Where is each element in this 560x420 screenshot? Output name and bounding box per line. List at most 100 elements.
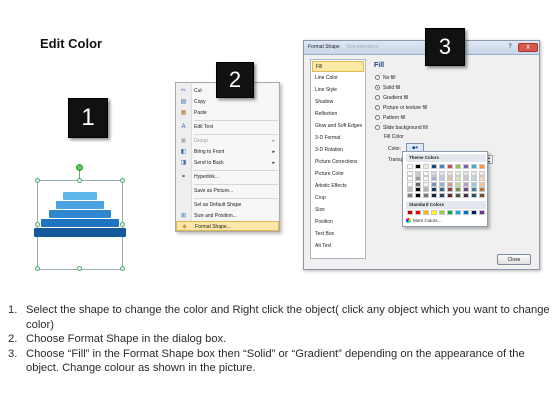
category-3d-rotation[interactable]: 3-D Rotation	[312, 145, 364, 156]
theme-color-swatch[interactable]	[471, 164, 477, 169]
menu-item-edit-text[interactable]: A Edit Text	[176, 122, 279, 132]
dialog-title-bar[interactable]: Format Shape Text Animation ? X	[304, 41, 539, 55]
theme-color-swatch[interactable]	[463, 181, 469, 187]
theme-color-swatch[interactable]	[407, 181, 413, 187]
theme-color-swatch[interactable]	[439, 181, 445, 187]
theme-color-swatch[interactable]	[423, 193, 429, 198]
theme-color-swatch[interactable]	[431, 170, 437, 176]
theme-color-swatch[interactable]	[415, 176, 421, 182]
theme-color-swatch[interactable]	[407, 164, 413, 169]
theme-color-swatch[interactable]	[463, 193, 469, 198]
resize-handle-tl[interactable]	[35, 178, 40, 183]
theme-color-swatch[interactable]	[479, 187, 485, 193]
radio-slide-background-fill[interactable]: Slide background fill	[375, 125, 428, 131]
radio-gradient-fill[interactable]: Gradient fill	[375, 95, 408, 101]
theme-color-swatch[interactable]	[471, 181, 477, 187]
theme-color-swatch[interactable]	[455, 193, 461, 198]
more-colors-option[interactable]: More Colors...	[406, 218, 441, 224]
help-button[interactable]: ?	[504, 43, 516, 52]
resize-handle-mr[interactable]	[120, 222, 125, 227]
theme-color-swatch[interactable]	[455, 176, 461, 182]
category-picture-corrections[interactable]: Picture Corrections	[312, 157, 364, 168]
resize-handle-tr[interactable]	[120, 178, 125, 183]
standard-color-swatch[interactable]	[471, 210, 477, 215]
menu-item-group[interactable]: ▣ Group ▸	[176, 136, 279, 146]
theme-color-swatch[interactable]	[447, 176, 453, 182]
theme-color-swatch[interactable]	[463, 170, 469, 176]
theme-color-swatch[interactable]	[415, 170, 421, 176]
theme-color-swatch[interactable]	[471, 193, 477, 198]
close-button[interactable]: Close	[497, 254, 531, 265]
standard-color-swatch[interactable]	[463, 210, 469, 215]
theme-color-swatch[interactable]	[407, 187, 413, 193]
theme-color-swatch[interactable]	[431, 187, 437, 193]
menu-item-hyperlink[interactable]: ⚭ Hyperlink...	[176, 172, 279, 182]
theme-color-swatch[interactable]	[423, 176, 429, 182]
menu-item-bring-to-front[interactable]: ◧ Bring to Front ▸	[176, 147, 279, 157]
standard-color-swatch[interactable]	[431, 210, 437, 215]
theme-color-swatch[interactable]	[479, 193, 485, 198]
menu-item-send-to-back[interactable]: ◨ Send to Back ▸	[176, 158, 279, 168]
theme-color-swatch[interactable]	[479, 181, 485, 187]
menu-item-format-shape[interactable]: ◈ Format Shape...	[176, 221, 279, 231]
category-alt-text[interactable]: Alt Text	[312, 241, 364, 252]
theme-color-swatch[interactable]	[479, 164, 485, 169]
category-reflection[interactable]: Reflection	[312, 109, 364, 120]
theme-color-swatch[interactable]	[455, 187, 461, 193]
theme-color-swatch[interactable]	[447, 193, 453, 198]
theme-color-swatch[interactable]	[407, 193, 413, 198]
theme-color-swatch[interactable]	[431, 193, 437, 198]
close-window-button[interactable]: X	[518, 43, 538, 52]
standard-color-swatch[interactable]	[407, 210, 413, 215]
theme-color-swatch[interactable]	[455, 170, 461, 176]
category-fill[interactable]: Fill	[312, 61, 364, 72]
category-text-box[interactable]: Text Box	[312, 229, 364, 240]
standard-color-swatch[interactable]	[423, 210, 429, 215]
resize-handle-bl[interactable]	[35, 266, 40, 271]
theme-color-swatch[interactable]	[431, 164, 437, 169]
radio-pattern-fill[interactable]: Pattern fill	[375, 115, 405, 121]
theme-color-swatch[interactable]	[439, 164, 445, 169]
category-picture-color[interactable]: Picture Color	[312, 169, 364, 180]
theme-color-swatch[interactable]	[471, 170, 477, 176]
selected-pyramid-shape[interactable]	[30, 164, 128, 271]
standard-color-swatch[interactable]	[439, 210, 445, 215]
standard-color-swatch[interactable]	[415, 210, 421, 215]
category-glow-soft-edges[interactable]: Glow and Soft Edges	[312, 121, 364, 132]
menu-item-size-and-position[interactable]: ⊞ Size and Position...	[176, 211, 279, 221]
theme-color-swatch[interactable]	[447, 164, 453, 169]
resize-handle-ml[interactable]	[35, 222, 40, 227]
theme-color-swatch[interactable]	[439, 170, 445, 176]
theme-color-swatch[interactable]	[439, 187, 445, 193]
theme-color-swatch[interactable]	[471, 176, 477, 182]
category-position[interactable]: Position	[312, 217, 364, 228]
theme-color-swatch[interactable]	[415, 187, 421, 193]
theme-color-swatch[interactable]	[447, 187, 453, 193]
standard-color-swatch[interactable]	[479, 210, 485, 215]
theme-color-swatch[interactable]	[447, 170, 453, 176]
theme-color-swatch[interactable]	[415, 164, 421, 169]
menu-item-set-default-shape[interactable]: Set as Default Shape	[176, 200, 279, 210]
category-line-color[interactable]: Line Color	[312, 73, 364, 84]
theme-color-swatch[interactable]	[431, 176, 437, 182]
theme-color-swatch[interactable]	[463, 187, 469, 193]
category-artistic-effects[interactable]: Artistic Effects	[312, 181, 364, 192]
theme-color-swatch[interactable]	[463, 164, 469, 169]
theme-color-swatch[interactable]	[455, 181, 461, 187]
theme-color-swatch[interactable]	[471, 187, 477, 193]
theme-color-swatch[interactable]	[479, 170, 485, 176]
theme-color-swatch[interactable]	[455, 164, 461, 169]
menu-item-copy[interactable]: ▤ Copy	[176, 97, 279, 107]
theme-color-swatch[interactable]	[463, 176, 469, 182]
theme-color-swatch[interactable]	[415, 181, 421, 187]
menu-item-save-as-picture[interactable]: Save as Picture...	[176, 186, 279, 196]
resize-handle-bm[interactable]	[77, 266, 82, 271]
theme-color-swatch[interactable]	[423, 181, 429, 187]
category-crop[interactable]: Crop	[312, 193, 364, 204]
theme-color-swatch[interactable]	[415, 193, 421, 198]
theme-color-swatch[interactable]	[423, 170, 429, 176]
theme-color-swatch[interactable]	[423, 187, 429, 193]
category-3d-format[interactable]: 3-D Format	[312, 133, 364, 144]
theme-color-swatch[interactable]	[431, 181, 437, 187]
category-size[interactable]: Size	[312, 205, 364, 216]
